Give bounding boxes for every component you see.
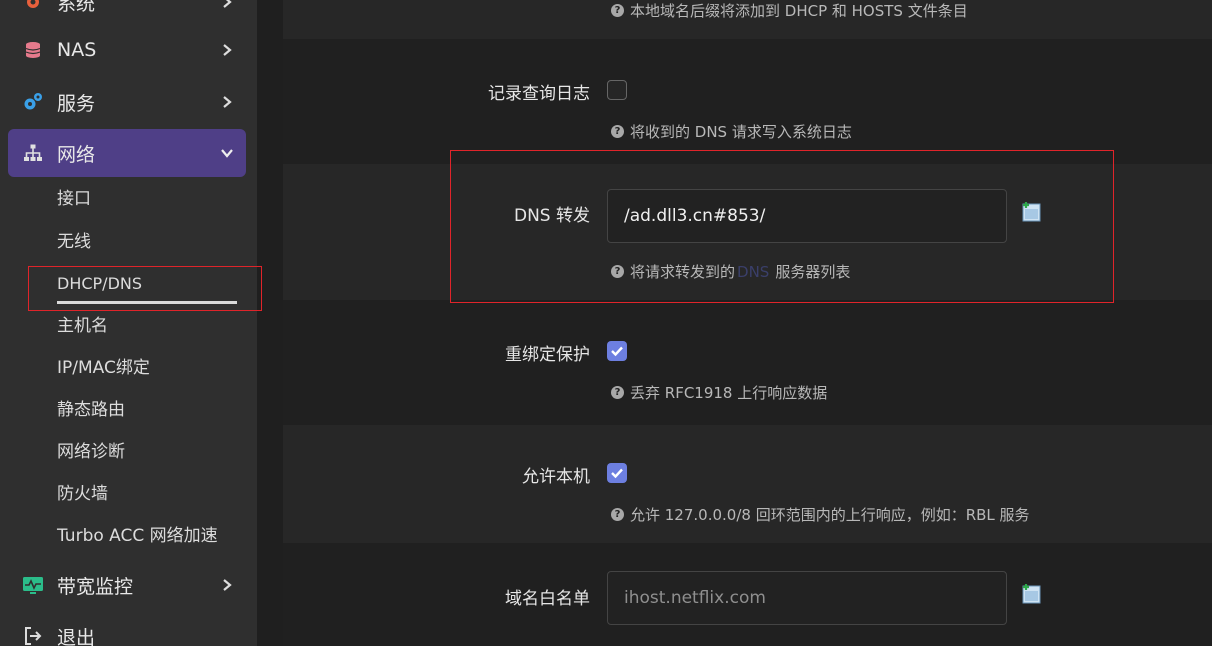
question-icon: ? [611, 508, 624, 521]
sidebar-item-label: NAS [57, 39, 97, 61]
add-entry-icon[interactable] [1021, 201, 1043, 223]
sidebar-subitem-firewall[interactable]: 防火墙 [57, 482, 108, 506]
sidebar: 系统 NAS 服务 网络 接口 无线 DHCP/DNS 主机名 IP/MAC绑定… [0, 0, 257, 646]
help-text: ? 允许 127.0.0.0/8 回环范围内的上行响应，例如：RBL 服务 [611, 504, 1030, 525]
active-underline [57, 301, 237, 304]
rebind-protection-checkbox[interactable] [607, 341, 627, 361]
chevron-down-icon [221, 149, 233, 158]
chevron-right-icon [223, 96, 232, 108]
sidebar-item-label: 系统 [57, 0, 96, 15]
chevron-right-icon [223, 579, 232, 591]
chevron-right-icon [223, 0, 232, 8]
database-icon [22, 39, 44, 61]
logout-icon [22, 625, 44, 646]
gear-icon [22, 0, 44, 13]
question-icon: ? [611, 4, 624, 17]
check-icon [611, 468, 623, 479]
check-icon [611, 346, 623, 357]
sidebar-subitem-diagnostics[interactable]: 网络诊断 [57, 440, 125, 464]
help-text: ? 本地域名后缀将添加到 DHCP 和 HOSTS 文件条目 [611, 0, 968, 21]
rebind-protection-label: 重绑定保护 [505, 345, 590, 365]
sidebar-subitem-dhcp-dns[interactable]: DHCP/DNS [57, 272, 142, 296]
monitor-icon [22, 574, 44, 596]
sidebar-item-services[interactable]: 服务 [8, 78, 246, 126]
log-queries-checkbox[interactable] [607, 80, 627, 100]
dns-forward-label: DNS 转发 [513, 206, 590, 226]
sidebar-item-nas[interactable]: NAS [8, 26, 246, 74]
allow-localhost-label: 允许本机 [522, 467, 590, 487]
sidebar-item-label: 带宽监控 [57, 575, 134, 598]
sidebar-subitem-interfaces[interactable]: 接口 [57, 187, 91, 211]
sitemap-icon [22, 142, 44, 164]
question-icon: ? [611, 125, 624, 138]
sidebar-subitem-wireless[interactable]: 无线 [57, 230, 91, 254]
question-icon: ? [611, 386, 624, 399]
sidebar-item-logout[interactable]: 退出 [8, 612, 246, 646]
sidebar-item-network[interactable]: 网络 [8, 129, 246, 177]
log-queries-label: 记录查询日志 [488, 84, 590, 104]
sidebar-item-label: 退出 [57, 626, 96, 646]
cogs-icon [22, 91, 44, 113]
dns-forward-input[interactable]: /ad.dll3.cn#853/ [607, 189, 1007, 243]
sidebar-item-label: 网络 [57, 143, 96, 166]
question-icon: ? [611, 265, 624, 278]
sidebar-item-label: 服务 [57, 92, 96, 115]
sidebar-item-bandwidth[interactable]: 带宽监控 [8, 561, 246, 609]
domain-whitelist-input[interactable]: ihost.netflix.com [607, 571, 1007, 625]
allow-localhost-checkbox[interactable] [607, 463, 627, 483]
sidebar-subitem-ip-mac-binding[interactable]: IP/MAC绑定 [57, 356, 150, 380]
sidebar-subitem-hostnames[interactable]: 主机名 [57, 314, 108, 338]
sidebar-item-system[interactable]: 系统 [8, 0, 246, 26]
sidebar-subitem-static-routes[interactable]: 静态路由 [57, 398, 125, 422]
form-row-domain-suffix: ? 本地域名后缀将添加到 DHCP 和 HOSTS 文件条目 [283, 0, 1212, 39]
main-content: ? 本地域名后缀将添加到 DHCP 和 HOSTS 文件条目 记录查询日志 ? … [283, 0, 1212, 646]
help-text: ? 将收到的 DNS 请求写入系统日志 [611, 121, 852, 142]
add-entry-icon[interactable] [1021, 583, 1043, 605]
help-text: ? 将请求转发到的 DNS 服务器列表 [611, 261, 850, 282]
sidebar-subitem-turbo-acc[interactable]: Turbo ACC 网络加速 [57, 524, 218, 548]
dns-link[interactable]: DNS [737, 263, 769, 281]
chevron-right-icon [223, 44, 232, 56]
help-text: ? 丢弃 RFC1918 上行响应数据 [611, 382, 827, 403]
domain-whitelist-label: 域名白名单 [505, 589, 590, 609]
